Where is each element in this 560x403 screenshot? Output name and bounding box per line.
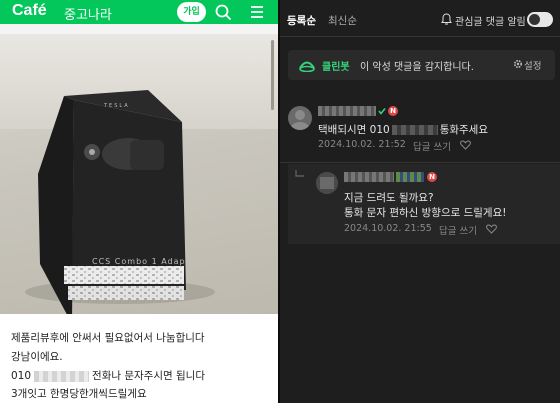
phone-prefix: 010 xyxy=(11,370,32,382)
reply-line-2: 통화 문자 편하신 방향으로 드릴게요! xyxy=(344,207,507,219)
profile-photo xyxy=(316,172,338,194)
masked-phone xyxy=(34,370,90,382)
post-line-4: 3개잇고 한명당한개씩드릴게요 xyxy=(11,388,147,400)
reply-line-1: 지금 드려도 될까요? xyxy=(344,192,434,204)
cleanbot-icon xyxy=(299,61,315,72)
adapter-box-image: TESLA xyxy=(25,90,215,314)
user-silhouette-icon xyxy=(290,110,310,130)
post-panel: Café 중고나라 가입 TESLA CCS Combo 1 Adapter 제… xyxy=(0,0,278,403)
reply-date: 2024.10.02. 21:55 xyxy=(344,223,432,234)
cleanbot-name: 클린봇 xyxy=(322,62,350,73)
post-line-3-text: 전화나 문자주시면 됩니다 xyxy=(92,370,205,382)
comment-text: 택배되시면 010 통화주세요 xyxy=(318,122,488,137)
post-line-1: 제품리뷰후에 안써서 필요없어서 나눔합니다 xyxy=(11,332,205,344)
comment-date: 2024.10.02. 21:52 xyxy=(318,139,406,150)
comment-text-prefix: 택배되시면 010 xyxy=(318,124,390,136)
sort-tab-latest[interactable]: 최신순 xyxy=(328,13,357,28)
comment-divider xyxy=(280,162,560,163)
scrollbar[interactable] xyxy=(271,40,274,110)
reply-arrow-icon xyxy=(295,170,304,177)
sort-tab-registered[interactable]: 등록순 xyxy=(287,13,316,28)
cafe-header: Café 중고나라 가입 xyxy=(0,0,278,24)
cleanbot-banner: 클린봇 이 악성 댓글을 감지합니다. 설정 xyxy=(288,50,555,80)
heart-icon[interactable] xyxy=(486,224,497,234)
avatar[interactable] xyxy=(288,106,312,130)
search-icon[interactable] xyxy=(214,3,232,21)
reply-button[interactable]: 답글 쓰기 xyxy=(413,139,451,153)
settings-link[interactable]: 설정 xyxy=(524,58,541,72)
svg-text:TESLA: TESLA xyxy=(103,103,130,109)
post-line-3: 010 전화나 문자주시면 됩니다 xyxy=(11,368,205,383)
reply-button[interactable]: 답글 쓰기 xyxy=(439,223,477,237)
post-line-2: 강남이에요. xyxy=(11,351,63,363)
post-photo[interactable]: TESLA CCS Combo 1 Adapter xyxy=(0,34,278,314)
comment-alarm-toggle[interactable] xyxy=(527,12,553,27)
join-button[interactable]: 가입 xyxy=(177,2,206,22)
toggle-knob xyxy=(529,14,540,25)
header-spacer xyxy=(0,24,278,34)
header-divider xyxy=(280,36,560,37)
masked-phone xyxy=(391,125,438,135)
new-badge: N xyxy=(427,172,437,182)
cleanbot-message: 이 악성 댓글을 감지합니다. xyxy=(360,62,474,73)
replier-nickname[interactable] xyxy=(344,172,394,182)
heart-icon[interactable] xyxy=(460,140,471,150)
commenter-nickname[interactable] xyxy=(318,106,376,116)
comment-alarm-label: 관심글 댓글 알림 xyxy=(455,17,526,28)
menu-icon[interactable] xyxy=(248,3,266,21)
new-badge: N xyxy=(388,106,398,116)
cafe-name[interactable]: 중고나라 xyxy=(64,4,112,23)
box-label: CCS Combo 1 Adapter xyxy=(92,257,200,266)
comment-text-suffix: 통화주세요 xyxy=(439,124,488,136)
avatar[interactable] xyxy=(316,172,338,194)
comments-panel: 등록순 최신순 관심글 댓글 알림 클린봇 이 악성 댓글을 감지합니다. 설정… xyxy=(280,0,560,403)
check-icon xyxy=(378,108,386,115)
cafe-logo[interactable]: Café xyxy=(12,2,47,20)
member-level-badge xyxy=(396,172,424,182)
gear-icon[interactable] xyxy=(513,59,523,69)
bell-icon xyxy=(441,13,452,25)
